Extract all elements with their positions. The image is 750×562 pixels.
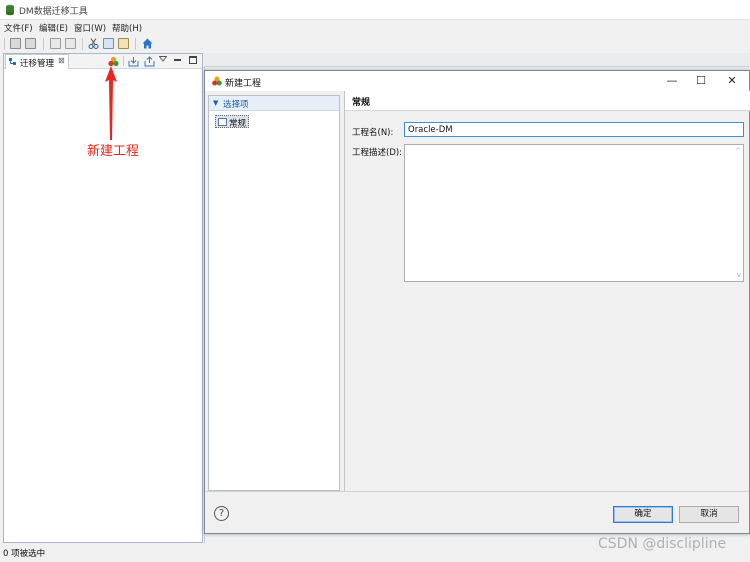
menubar: 文件(F) 编辑(E) 窗口(W) 帮助(H) [0,21,750,35]
maximize-icon[interactable] [189,56,197,64]
toolbar-separator [82,38,83,50]
scroll-down-icon[interactable]: v [737,271,741,279]
ok-button[interactable]: 确定 [613,506,673,523]
nav-header-label: 选择项 [223,100,249,110]
help-button[interactable]: ? [214,506,229,521]
app-icon [6,4,14,16]
app-titlebar: DM数据迁移工具 [0,0,750,20]
nav-item-general[interactable]: 常规 [215,115,249,129]
save-all-icon[interactable] [25,38,36,49]
options-nav: ▼ 选择项 常规 [208,95,340,491]
view-menu-icon[interactable] [159,56,167,62]
project-description-textarea[interactable]: ^ v [404,144,744,282]
close-button[interactable]: ✕ [723,73,741,89]
annotation-arrow [105,66,117,140]
general-settings-pane: 常规 工程名(N): 工程描述(D): ^ v [344,91,750,491]
maximize-button[interactable]: ☐ [692,73,710,89]
panel-tabbar: 迁移管理 ⊠ [4,54,202,69]
chevron-down-icon: ▼ [213,99,219,107]
minimize-button[interactable]: — [663,73,681,89]
scroll-up-icon[interactable]: ^ [735,147,741,155]
cancel-button[interactable]: 取消 [679,506,739,523]
project-description-label: 工程描述(D): [352,148,403,158]
page-icon [218,118,227,126]
home-icon[interactable] [142,38,153,49]
save-icon[interactable] [10,38,21,49]
tab-migration-management[interactable]: 迁移管理 ⊠ [5,54,69,69]
annotation-new-project: 新建工程 [87,144,140,159]
toolbar-grip [4,38,5,50]
undo-icon[interactable] [50,38,61,49]
project-name-label: 工程名(N): [352,128,394,138]
cut-icon[interactable] [88,38,99,49]
copy-icon[interactable] [103,38,114,49]
export-icon[interactable] [144,56,155,67]
menu-help[interactable]: 帮助(H) [112,22,142,34]
menu-edit[interactable]: 编辑(E) [39,22,68,34]
new-project-dialog: 新建工程 — ☐ ✕ ▼ 选择项 常规 常规 工程名(N): 工程描述(D): … [204,70,750,534]
dialog-title: 新建工程 [225,79,262,89]
tab-close-icon[interactable]: ⊠ [58,56,65,65]
editor-tabbar [204,53,750,67]
toolbar [0,35,750,53]
project-name-input[interactable] [404,122,744,137]
menu-file[interactable]: 文件(F) [4,22,33,34]
dialog-titlebar: 新建工程 — ☐ ✕ [205,71,749,91]
new-project-icon [212,76,222,86]
panel-toolbar-separator [123,56,124,66]
status-text: 0 项被选中 [3,549,46,559]
nav-item-label: 常规 [229,119,247,129]
menu-window[interactable]: 窗口(W) [74,22,106,34]
app-title: DM数据迁移工具 [19,7,88,17]
tab-label: 迁移管理 [20,59,55,69]
watermark: CSDN @disclipline [598,536,727,552]
pane-header: 常规 [345,91,750,111]
nav-header[interactable]: ▼ 选择项 [209,96,339,111]
minimize-icon[interactable] [174,59,181,61]
tree-icon [9,58,16,65]
paste-icon[interactable] [118,38,129,49]
footer-divider [205,491,749,492]
toolbar-separator [43,38,44,50]
redo-icon[interactable] [65,38,76,49]
import-icon[interactable] [128,56,139,67]
pane-title: 常规 [352,98,371,108]
migration-management-panel: 迁移管理 ⊠ [3,53,203,543]
toolbar-separator [135,38,136,50]
